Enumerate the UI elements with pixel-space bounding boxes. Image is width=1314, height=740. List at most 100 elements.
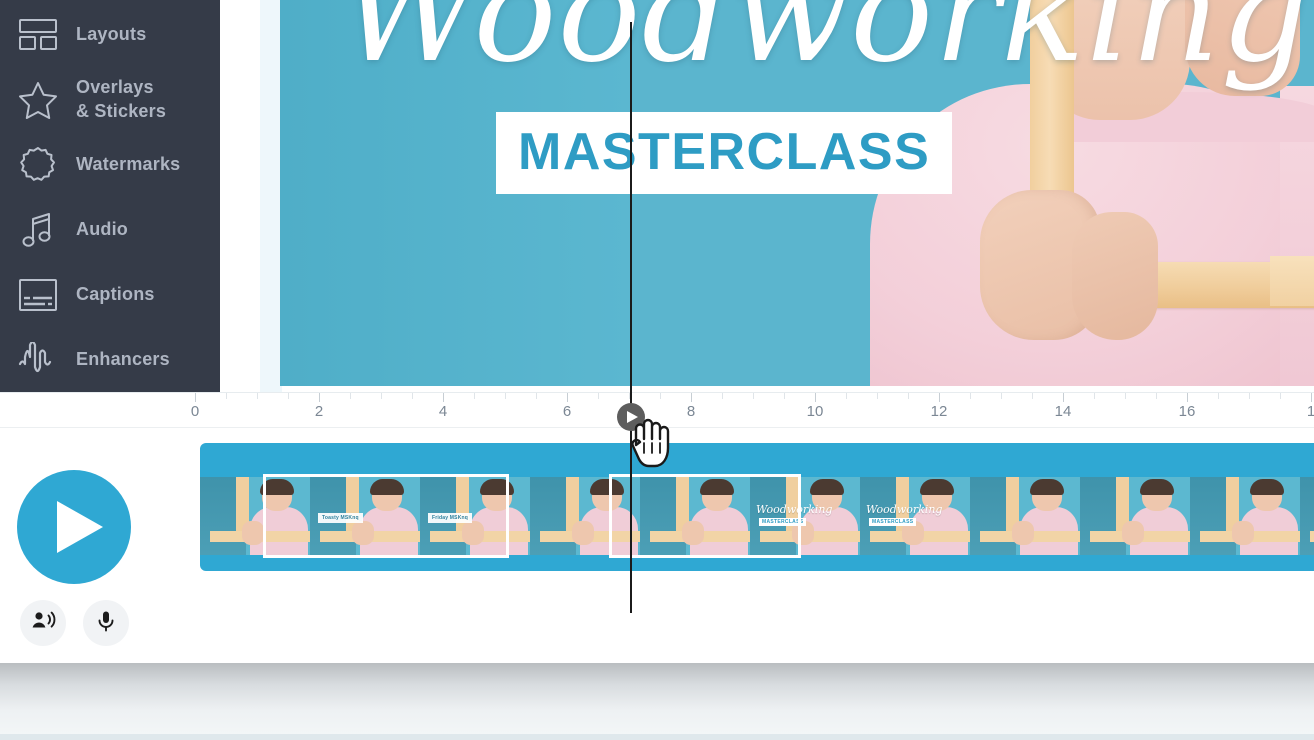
ruler-tick-minor — [226, 393, 227, 399]
ruler-tick-label: 1 — [1306, 403, 1314, 420]
ruler-tick-label: 12 — [930, 403, 948, 420]
ruler-tick-label: 10 — [806, 403, 824, 420]
filmstrip-frame[interactable]: Friday MSKnq — [420, 477, 530, 555]
filmstrip-frame[interactable] — [200, 477, 310, 555]
ruler-tick-minor — [784, 393, 785, 399]
filmstrip-frame[interactable] — [640, 477, 750, 555]
ruler-tick-minor — [753, 393, 754, 399]
sidebar-item-enhancers[interactable]: Enhancers — [0, 327, 220, 392]
ruler-tick-minor — [877, 393, 878, 399]
frame-person-hand — [1232, 521, 1254, 545]
sidebar-item-overlays-stickers[interactable]: Overlays & Stickers — [0, 67, 220, 132]
video-clip[interactable]: Toasty MSKnq Friday MSKnq Woodworking MASTE… — [200, 443, 1314, 571]
playhead-line — [630, 22, 632, 613]
sidebar-item-layouts[interactable]: Layouts — [0, 2, 220, 67]
ruler-tick-label: 4 — [438, 403, 448, 420]
frame-text-label: Toasty MSKnq — [318, 513, 363, 523]
frame-person-hand — [352, 521, 374, 545]
ruler-tick-minor — [257, 393, 258, 399]
ruler-tick-minor — [1156, 393, 1157, 399]
ruler-tick-minor — [660, 393, 661, 399]
sidebar-item-label: Overlays & Stickers — [76, 77, 167, 121]
ruler-tick-minor — [536, 393, 537, 399]
page-background-shadow — [0, 663, 1314, 740]
ruler-tick-major — [319, 393, 320, 402]
ruler-tick-minor — [1001, 393, 1002, 399]
ruler-tick-minor — [908, 393, 909, 399]
video-preview-canvas[interactable]: Woodworking MASTERCLASS — [280, 0, 1314, 386]
ruler-tick-minor — [412, 393, 413, 399]
frame-person-hair — [700, 479, 734, 495]
frame-person-hair — [810, 479, 844, 495]
ruler-tick-minor — [1218, 393, 1219, 399]
ruler-tick-minor — [1249, 393, 1250, 399]
filmstrip-frame[interactable] — [1300, 477, 1314, 555]
ruler-tick-minor — [381, 393, 382, 399]
ruler-tick-minor — [722, 393, 723, 399]
frame-person-hair — [480, 479, 514, 495]
frame-person-hand — [572, 521, 594, 545]
sidebar-item-label: Enhancers — [76, 348, 170, 369]
ruler-tick-minor — [1125, 393, 1126, 399]
filmstrip-frame[interactable] — [530, 477, 640, 555]
editor-top-region: Layouts Overlays & Stickers Watermarks A… — [0, 0, 1314, 392]
ruler-tick-minor — [1032, 393, 1033, 399]
star-icon — [16, 78, 60, 122]
ruler-tick-minor — [1280, 393, 1281, 399]
frame-text-label: Friday MSKnq — [428, 513, 473, 523]
frame-person-hair — [590, 479, 624, 495]
timeline-panel: 0 2 4 6 8 10 12 14 16 1 Toasty MSKnq Fri… — [0, 392, 1314, 663]
ruler-tick-major — [691, 393, 692, 402]
frame-script-title: Woodworking — [756, 503, 833, 516]
ruler-tick-major — [939, 393, 940, 402]
frame-plank-horizontal — [1310, 531, 1314, 542]
voiceover-button[interactable] — [20, 600, 66, 646]
filmstrip: Toasty MSKnq Friday MSKnq Woodworking MASTE… — [200, 477, 1314, 555]
filmstrip-frame[interactable] — [1190, 477, 1300, 555]
person-neck-right — [1185, 0, 1300, 96]
ruler-tick-label: 16 — [1178, 403, 1196, 420]
video-editor-window: Layouts Overlays & Stickers Watermarks A… — [0, 0, 1314, 663]
filmstrip-frame[interactable] — [1080, 477, 1190, 555]
voiceover-icon — [30, 608, 56, 639]
play-button[interactable] — [17, 470, 131, 584]
ruler-tick-minor — [970, 393, 971, 399]
playhead-handle[interactable] — [617, 403, 645, 431]
ruler-tick-minor — [1094, 393, 1095, 399]
ruler-tick-minor — [505, 393, 506, 399]
microphone-icon — [94, 609, 118, 638]
filmstrip-frame[interactable]: Woodworking MASTERCLASS — [750, 477, 860, 555]
frame-person-hair — [260, 479, 294, 495]
sidebar-item-label: Captions — [76, 283, 155, 304]
frame-person-hand — [242, 521, 264, 545]
sidebar-item-label: Audio — [76, 218, 128, 239]
sidebar-item-label: Watermarks — [76, 153, 181, 174]
ruler-tick-major — [1187, 393, 1188, 402]
sidebar-item-label: Layouts — [76, 23, 147, 44]
frame-person-hand — [682, 521, 704, 545]
editor-page: Layouts Overlays & Stickers Watermarks A… — [0, 0, 1314, 740]
playhead-play-icon — [627, 411, 638, 423]
timeline-ruler[interactable]: 0 2 4 6 8 10 12 14 16 1 — [0, 393, 1314, 428]
frame-script-title: Woodworking — [866, 503, 943, 516]
ruler-tick-label: 14 — [1054, 403, 1072, 420]
preview-title-box-text: MASTERCLASS — [518, 123, 931, 181]
microphone-button[interactable] — [83, 600, 129, 646]
ruler-tick-major — [1311, 393, 1312, 402]
sidebar-item-captions[interactable]: Captions — [0, 262, 220, 327]
sidebar-item-watermarks[interactable]: Watermarks — [0, 132, 220, 197]
frame-bg-left — [1300, 477, 1314, 555]
ruler-tick-major — [567, 393, 568, 402]
frame-person-hand — [1012, 521, 1034, 545]
filmstrip-frame[interactable]: Toasty MSKnq — [310, 477, 420, 555]
ruler-tick-minor — [846, 393, 847, 399]
filmstrip-frame[interactable]: Woodworking MASTERCLASS — [860, 477, 970, 555]
ruler-tick-minor — [474, 393, 475, 399]
frame-person-hair — [1140, 479, 1174, 495]
frame-subtitle: MASTERCLASS — [869, 518, 917, 526]
preview-title-box: MASTERCLASS — [496, 112, 953, 194]
filmstrip-frame[interactable] — [970, 477, 1080, 555]
ruler-tick-minor — [350, 393, 351, 399]
timeline-track-area[interactable]: Toasty MSKnq Friday MSKnq Woodworking MASTE… — [195, 428, 1314, 663]
sidebar-item-audio[interactable]: Audio — [0, 197, 220, 262]
